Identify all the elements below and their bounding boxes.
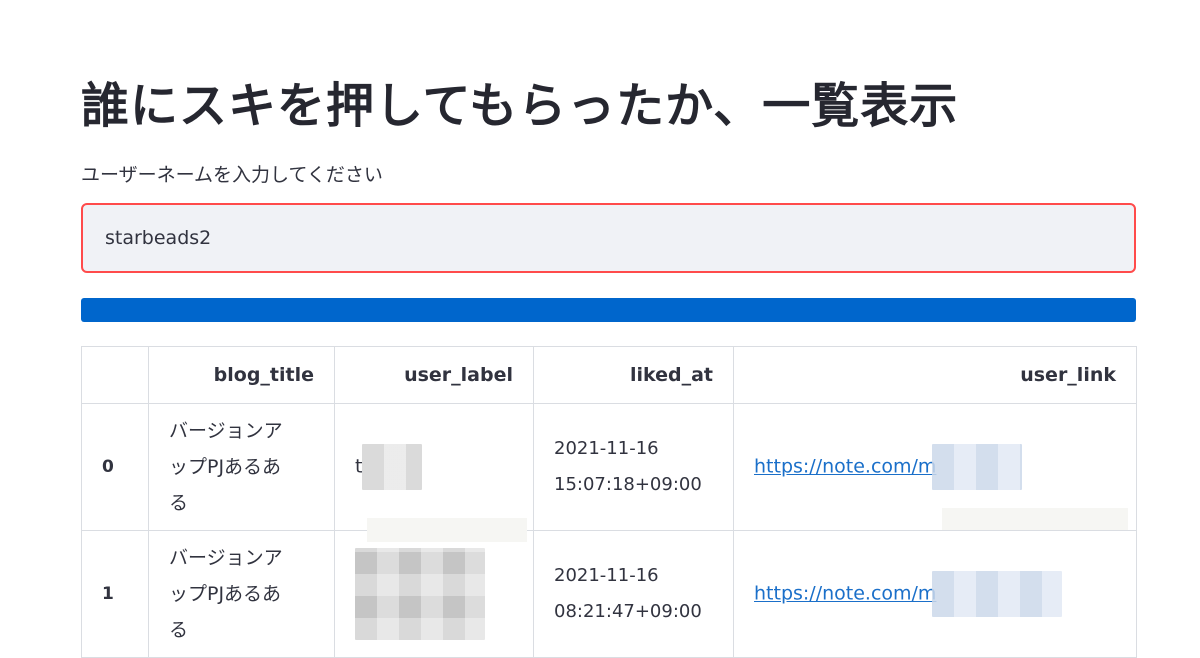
blog-title-line: ップPJあるあ [169,583,282,605]
column-header-blog-title[interactable]: blog_title [148,346,335,404]
redacted-pixelation [362,444,423,490]
redacted-pixelation [355,548,485,640]
liked-at-cell: 2021-11-16 15:07:18+09:00 [533,403,734,531]
column-header-index[interactable] [81,346,149,404]
user-label-cell [334,530,534,658]
blog-title-cell: バージョンア ップPJあるあ る [148,403,335,531]
progress-bar [81,298,1136,322]
redacted-pixelation [942,508,1128,530]
username-input[interactable] [81,203,1136,273]
redacted-pixelation [932,444,1023,490]
blog-title-cell: バージョンア ップPJあるあ る [148,530,335,658]
results-table: blog_title user_label liked_at user_link… [81,346,1137,658]
liked-at-time: 08:21:47+09:00 [554,601,702,622]
blog-title-line: ップPJあるあ [169,456,282,478]
table-body: 0 バージョンア ップPJあるあ る t 2021-11-16 15:07:18… [81,403,1137,658]
user-profile-link[interactable]: https://note.com/m [754,456,936,478]
column-header-user-link[interactable]: user_link [733,346,1137,404]
blog-title-line: バージョンア [169,547,283,569]
row-index: 0 [81,403,149,531]
redacted-pixelation [932,571,1063,617]
table-row: 1 バージョンア ップPJあるあ る 2021-11-16 08:21:47+0… [81,530,1137,658]
table-row: 0 バージョンア ップPJあるあ る t 2021-11-16 15:07:18… [81,403,1137,542]
liked-at-cell: 2021-11-16 08:21:47+09:00 [533,530,734,658]
user-link-cell: https://note.com/m [733,403,1137,531]
blog-title-line: る [169,492,189,514]
page-title: 誰にスキを押してもらったか、一覧表示 [81,78,959,134]
blog-title-line: る [169,619,189,641]
progress-bar-fill [81,298,1136,322]
column-header-user-label[interactable]: user_label [334,346,534,404]
row-index: 1 [81,530,149,658]
user-link-cell: https://note.com/m [733,530,1137,658]
username-input-label: ユーザーネームを入力してください [81,164,383,186]
liked-at-date: 2021-11-16 [554,565,659,586]
user-label-text: t [355,455,363,478]
table-header-row: blog_title user_label liked_at user_link [81,346,1137,404]
liked-at-time: 15:07:18+09:00 [554,474,702,495]
liked-at-date: 2021-11-16 [554,438,659,459]
blog-title-line: バージョンア [169,420,283,442]
column-header-liked-at[interactable]: liked_at [533,346,734,404]
user-label-cell: t [334,403,534,542]
user-profile-link[interactable]: https://note.com/m [754,583,936,605]
table-header: blog_title user_label liked_at user_link [81,346,1137,404]
